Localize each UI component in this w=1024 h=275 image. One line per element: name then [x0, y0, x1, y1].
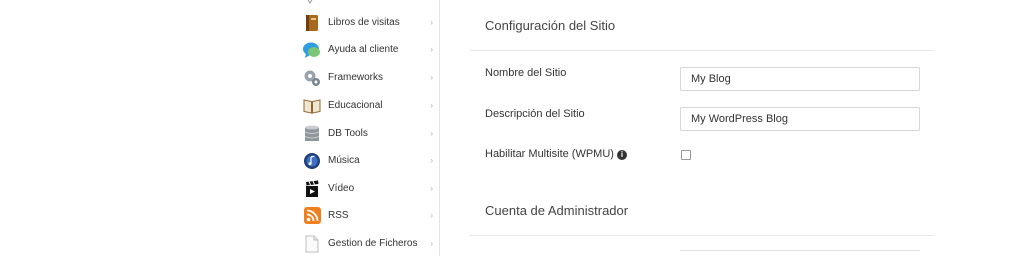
partial-icon: [307, 0, 313, 4]
site-description-input[interactable]: [680, 107, 920, 131]
sidebar-item-label: Gestion de Ficheros: [328, 238, 418, 249]
sidebar-item-libros-de-visitas[interactable]: Libros de visitas ›: [298, 9, 439, 36]
sidebar-item-frameworks[interactable]: Frameworks ›: [298, 64, 439, 91]
rss-icon: [302, 206, 322, 226]
open-book-icon: [302, 96, 322, 116]
sidebar-item-gestion-de-ficheros[interactable]: Gestion de Ficheros ›: [298, 230, 439, 257]
chevron-right-icon: ›: [430, 45, 433, 54]
chevron-right-icon: ›: [430, 18, 433, 27]
info-icon[interactable]: i: [616, 150, 627, 160]
multisite-checkbox[interactable]: [681, 150, 691, 160]
gears-icon: [302, 68, 322, 88]
section-title-site-config: Configuración del Sitio: [485, 18, 616, 33]
chevron-right-icon: ›: [430, 184, 433, 193]
sidebar-item-label: Vídeo: [328, 183, 355, 194]
sidebar-item-label: Frameworks: [328, 72, 384, 83]
site-name-label: Nombre del Sitio: [485, 67, 567, 79]
database-icon: [302, 124, 322, 144]
sidebar-item-label: DB Tools: [328, 128, 368, 139]
chevron-right-icon: ›: [430, 101, 433, 110]
sidebar-item-label: Educacional: [328, 100, 383, 111]
sidebar-item-video[interactable]: Vídeo ›: [298, 175, 439, 202]
section-title-admin-account: Cuenta de Administrador: [485, 203, 629, 218]
clapperboard-icon: [302, 179, 322, 199]
multisite-label: Habilitar Multisite (WPMU) i: [485, 148, 627, 160]
divider: [470, 235, 934, 236]
book-icon: [302, 13, 322, 33]
settings-panel: Configuración del Sitio Nombre del Sitio…: [470, 0, 940, 275]
chevron-right-icon: ›: [430, 239, 433, 248]
sidebar-item-musica[interactable]: Música ›: [298, 147, 439, 174]
input-edge: [680, 250, 920, 251]
chevron-right-icon: ›: [430, 129, 433, 138]
chat-bubble-icon: [302, 40, 322, 60]
sidebar: Libros de visitas › Ayuda al cliente › F…: [298, 0, 440, 256]
chevron-right-icon: ›: [430, 156, 433, 165]
sidebar-item-db-tools[interactable]: DB Tools ›: [298, 120, 439, 147]
sidebar-item-label: Ayuda al cliente: [328, 44, 399, 55]
file-icon: [302, 234, 322, 254]
chevron-right-icon: ›: [430, 211, 433, 220]
site-description-label: Descripción del Sitio: [485, 108, 585, 120]
chevron-right-icon: ›: [430, 73, 433, 82]
sidebar-item-educacional[interactable]: Educacional ›: [298, 92, 439, 119]
site-name-input[interactable]: [680, 67, 920, 91]
divider: [470, 50, 934, 51]
multisite-label-text: Habilitar Multisite (WPMU): [485, 148, 614, 160]
sidebar-item-label: Música: [328, 155, 360, 166]
sidebar-item-ayuda-al-cliente[interactable]: Ayuda al cliente ›: [298, 36, 439, 63]
sidebar-item-label: RSS: [328, 210, 349, 221]
music-disc-icon: [302, 151, 322, 171]
sidebar-item-rss[interactable]: RSS ›: [298, 202, 439, 229]
sidebar-item-label: Libros de visitas: [328, 17, 400, 28]
